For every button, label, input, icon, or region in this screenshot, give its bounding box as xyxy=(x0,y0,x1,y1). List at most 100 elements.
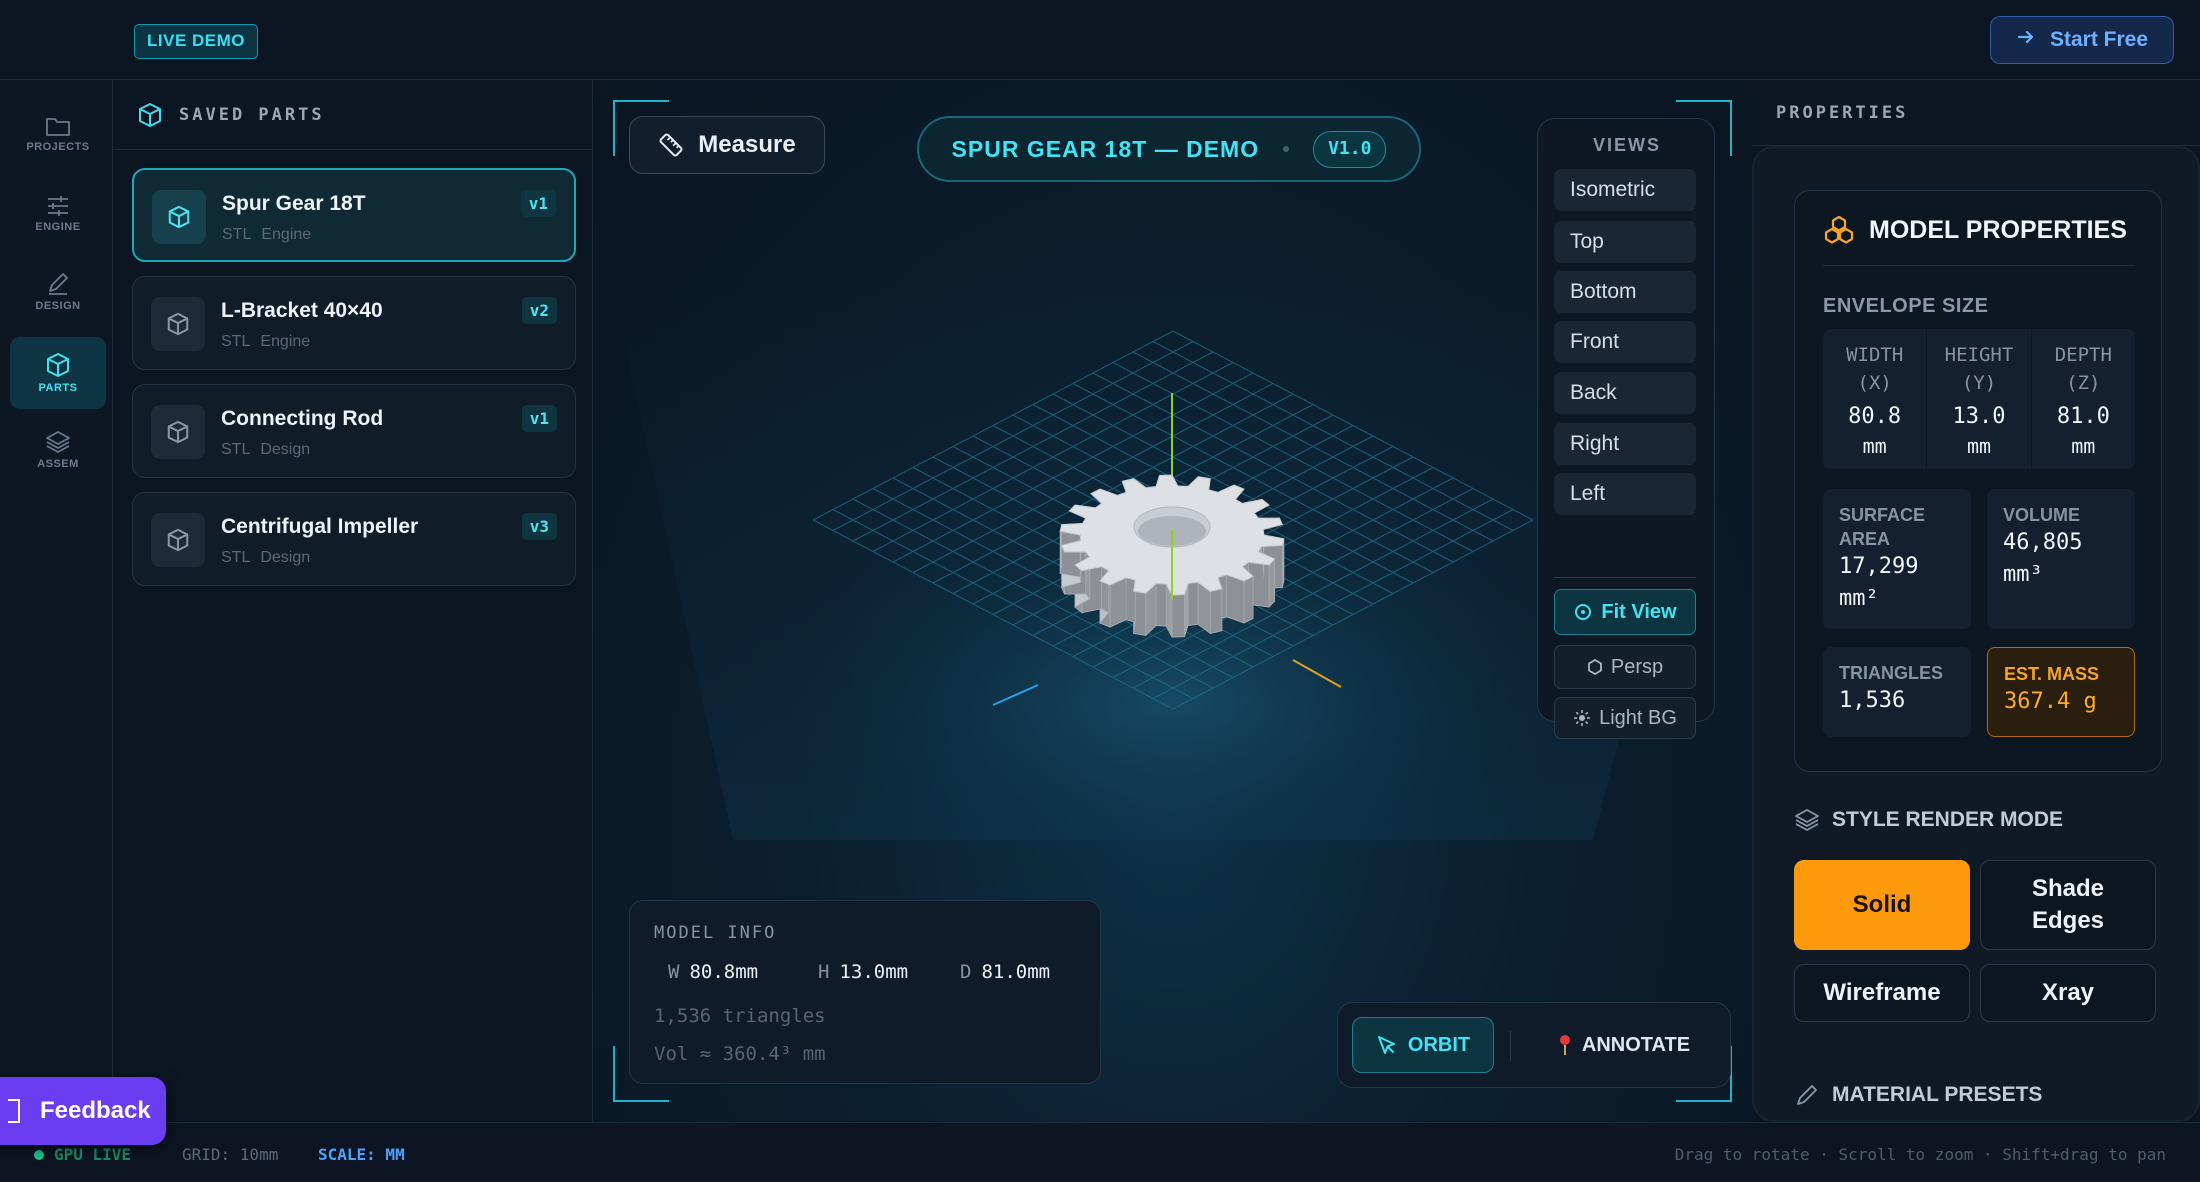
rail-item-design[interactable]: DESIGN xyxy=(10,256,106,328)
view-right-button[interactable]: Right xyxy=(1554,423,1696,465)
stat-label: VOLUME xyxy=(2003,505,2081,525)
triangles-stat: TRIANGLES 1,536 xyxy=(1823,647,1971,737)
part-card[interactable]: Connecting Rod STL Design v1 xyxy=(132,384,576,478)
rail-item-parts[interactable]: PARTS xyxy=(10,337,106,409)
env-value: 81.0 xyxy=(2056,404,2110,429)
views-panel: VIEWS Isometric Top Bottom Front Back Ri… xyxy=(1537,118,1715,739)
measure-label: Measure xyxy=(698,131,796,158)
cube-icon xyxy=(47,353,69,377)
gear-facet xyxy=(1125,577,1136,623)
part-version-badge: v1 xyxy=(520,190,556,217)
model-info-panel: MODEL INFO W 80.8mm H 13.0mm D 81.0mm 1,536… xyxy=(629,900,1101,1084)
part-cube-icon xyxy=(151,297,205,351)
mode-shade-edges-button[interactable]: Shade Edges xyxy=(1980,860,2156,950)
annotate-label: ANNOTATE xyxy=(1581,1033,1691,1056)
hexagon-icon xyxy=(1587,659,1602,675)
views-title: VIEWS xyxy=(1592,135,1661,155)
part-meta: STL Engine xyxy=(222,226,311,244)
width-value: 80.8mm xyxy=(689,961,759,983)
cube-icon xyxy=(139,102,161,127)
part-card[interactable]: Spur Gear 18T STL Engine v1 xyxy=(132,168,576,262)
part-category: Engine xyxy=(261,226,312,243)
gear-facet xyxy=(1226,574,1245,624)
env-value: 13.0 xyxy=(1952,404,2006,429)
height-value: 13.0mm xyxy=(839,961,909,983)
left-rail: PROJECTS ENGINE DESIGN PARTS ASSEM xyxy=(0,80,113,1122)
part-name: Centrifugal Impeller xyxy=(221,515,419,538)
mode-wireframe-button[interactable]: Wireframe xyxy=(1794,964,1970,1022)
envelope-table: WIDTH (X) 80.8 mm HEIGHT (Y) 13.0 mm DEP… xyxy=(1823,329,2135,469)
annotate-button[interactable]: ANNOTATE xyxy=(1528,1017,1718,1073)
depth-value: 81.0mm xyxy=(981,961,1051,983)
view-top-button[interactable]: Top xyxy=(1554,221,1696,263)
perspective-toggle[interactable]: Persp xyxy=(1554,645,1696,689)
rail-item-assem[interactable]: ASSEM xyxy=(10,414,106,486)
model-properties-title: MODEL PROPERTIES xyxy=(1823,215,2127,245)
grid-readout: GRID: 10mm xyxy=(182,1145,279,1164)
part-name: L-Bracket 40×40 xyxy=(221,299,383,322)
status-bar: GPU LIVE GRID: 10mm SCALE: MM Drag to ro… xyxy=(0,1122,2200,1182)
cubes-icon xyxy=(1824,215,1854,244)
env-value: 80.8 xyxy=(1848,404,1902,429)
saved-parts-title: SAVED PARTS xyxy=(179,104,325,125)
views-divider xyxy=(1554,577,1696,578)
height-key: H xyxy=(818,961,830,983)
env-head: DEPTH xyxy=(2054,344,2112,366)
rail-label-parts: PARTS xyxy=(38,382,78,394)
view-front-button[interactable]: Front xyxy=(1554,321,1696,363)
ruler-icon xyxy=(659,133,683,157)
part-category: Design xyxy=(260,441,311,458)
rail-label-design: DESIGN xyxy=(35,300,81,312)
status-dot xyxy=(34,1149,44,1160)
part-card[interactable]: Centrifugal Impeller STL Design v3 xyxy=(132,492,576,586)
stat-unit: mm³ xyxy=(2003,562,2043,587)
separator-dot xyxy=(1283,146,1290,152)
stat-unit: mm² xyxy=(1839,586,1879,611)
view-isometric-button[interactable]: Isometric xyxy=(1554,169,1696,211)
properties-header: PROPERTIES xyxy=(1752,80,2200,146)
light-bg-toggle[interactable]: Light BG xyxy=(1554,697,1696,739)
feedback-label: Feedback xyxy=(40,1097,151,1124)
3d-viewport[interactable]: Measure SPUR GEAR 18T — DEMO V1.0 VIEWS … xyxy=(593,80,1752,1122)
view-bottom-button[interactable]: Bottom xyxy=(1554,271,1696,313)
mode-solid-button[interactable]: Solid xyxy=(1794,860,1970,950)
persp-label: Persp xyxy=(1610,655,1664,678)
orbit-label: ORBIT xyxy=(1407,1033,1471,1056)
env-head: WIDTH xyxy=(1846,344,1904,366)
rail-item-projects[interactable]: PROJECTS xyxy=(10,98,106,170)
model-version-badge: V1.0 xyxy=(1313,130,1387,168)
toolbar-divider xyxy=(1510,1031,1511,1061)
part-card[interactable]: L-Bracket 40×40 STL Engine v2 xyxy=(132,276,576,370)
gear-facet xyxy=(1243,575,1254,624)
stat-label: EST. MASS xyxy=(2004,664,2100,684)
part-name: Spur Gear 18T xyxy=(222,192,366,215)
fit-view-button[interactable]: Fit View xyxy=(1554,589,1696,635)
orbit-button[interactable]: ORBIT xyxy=(1352,1017,1494,1073)
part-category: Engine xyxy=(260,333,311,350)
live-demo-badge: LIVE DEMO xyxy=(134,24,259,59)
model-depth: D 81.0mm xyxy=(960,961,1050,983)
start-free-button[interactable]: Start Free xyxy=(1990,16,2174,64)
model-title-pill: SPUR GEAR 18T — DEMO V1.0 xyxy=(917,116,1421,182)
measure-button[interactable]: Measure xyxy=(629,116,825,174)
layers-icon xyxy=(46,431,70,453)
envelope-depth: DEPTH (Z) 81.0 mm xyxy=(2030,329,2135,469)
part-name: Connecting Rod xyxy=(221,407,384,430)
render-mode-title: STYLE RENDER MODE xyxy=(1794,808,2063,832)
gpu-status-label: GPU LIVE xyxy=(54,1145,132,1164)
view-back-button[interactable]: Back xyxy=(1554,372,1696,414)
part-format: STL xyxy=(221,441,251,458)
properties-panel: PROPERTIES MODEL PROPERTIES ENVELOPE SIZ… xyxy=(1752,80,2200,1122)
model-properties-card: MODEL PROPERTIES ENVELOPE SIZE WIDTH (X)… xyxy=(1794,190,2162,772)
rail-item-engine[interactable]: ENGINE xyxy=(10,178,106,250)
model-properties-label: MODEL PROPERTIES xyxy=(1869,215,2127,244)
view-left-button[interactable]: Left xyxy=(1554,473,1696,515)
arrow-right-icon xyxy=(2016,27,2036,53)
mode-xray-button[interactable]: Xray xyxy=(1980,964,2156,1022)
part-category: Design xyxy=(260,549,311,566)
part-meta: STL Design xyxy=(221,549,310,567)
feedback-button[interactable]: Feedback xyxy=(0,1077,166,1145)
material-presets-title: MATERIAL PRESETS xyxy=(1794,1082,2042,1108)
part-format: STL xyxy=(221,549,251,566)
gear-facet xyxy=(1059,530,1081,578)
